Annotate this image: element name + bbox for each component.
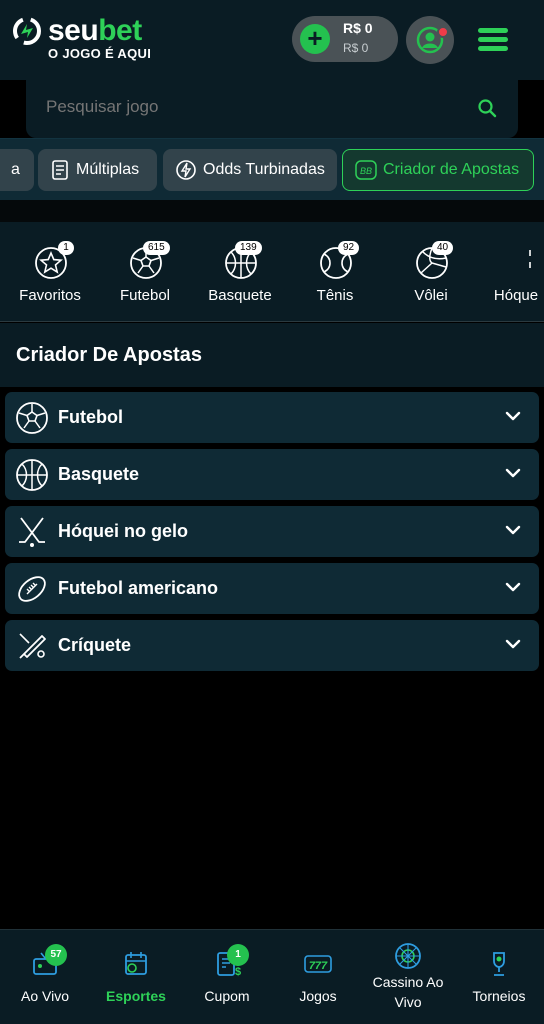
balance-pill[interactable]: + R$ 0 R$ 0: [292, 16, 398, 62]
sport-hoquei[interactable]: Hóque: [468, 222, 544, 321]
bottom-nav: 57 Ao Vivo Esportes $ 1 Cupom 777 Jogos …: [0, 929, 544, 1024]
nav-cassino-ao-vivo[interactable]: Cassino Ao Vivo: [363, 930, 453, 1024]
balance-main: R$ 0: [343, 20, 373, 36]
chip-partial[interactable]: a: [0, 149, 34, 191]
list-item-label: Basquete: [58, 464, 140, 484]
nav-label: Cupom: [204, 988, 250, 1004]
logo-tagline: O JOGO É AQUI: [48, 46, 152, 61]
deposit-plus-icon[interactable]: +: [300, 24, 330, 54]
slots-777-icon: 777: [304, 955, 332, 973]
svg-text:$: $: [235, 966, 241, 978]
section-header: Criador De Apostas: [0, 323, 544, 387]
list-item-criquete[interactable]: Críquete: [5, 620, 539, 671]
sport-label: Vôlei: [414, 287, 448, 304]
bet-builder-icon: BB: [355, 160, 377, 180]
nav-badge: 1: [227, 944, 249, 966]
sport-tenis[interactable]: 92 Tênis: [287, 222, 383, 321]
sport-count-badge: 1: [58, 241, 74, 255]
chevron-down-icon[interactable]: [505, 638, 521, 650]
chevron-down-icon[interactable]: [505, 467, 521, 479]
nav-esportes[interactable]: Esportes: [91, 930, 181, 1024]
multiples-icon: [50, 159, 70, 181]
sport-count-badge: 92: [338, 241, 360, 255]
hamburger-menu-icon[interactable]: [478, 28, 512, 56]
search-icon[interactable]: [477, 98, 497, 118]
chip-criador-de-apostas[interactable]: BB Criador de Apostas: [342, 149, 534, 191]
sport-count-badge: 615: [143, 241, 170, 255]
chevron-down-icon[interactable]: [505, 524, 521, 536]
sport-count-badge: 139: [235, 241, 262, 255]
cricket-icon: [19, 633, 46, 659]
nav-jogos[interactable]: 777 Jogos: [273, 930, 363, 1024]
list-item-label: Futebol: [58, 407, 123, 427]
chevron-down-icon[interactable]: [505, 410, 521, 422]
sport-label: Basquete: [208, 287, 272, 304]
chip-label: Criador de Apostas: [383, 161, 520, 178]
nav-torneios[interactable]: Torneios: [454, 930, 544, 1024]
sport-list: Futebol Basquete Hóquei no gelo Futebol …: [5, 392, 539, 677]
soccer-ball-icon: [16, 402, 48, 434]
basketball-icon: [16, 459, 48, 491]
chip-multiplas[interactable]: Múltiplas: [38, 149, 157, 191]
list-item-label: Críquete: [58, 635, 132, 655]
notification-dot: [437, 26, 449, 38]
sport-label: Favoritos: [19, 287, 81, 304]
list-item-label: Hóquei no gelo: [58, 521, 188, 541]
list-item-basquete[interactable]: Basquete: [5, 449, 539, 500]
chip-label: Odds Turbinadas: [203, 161, 325, 178]
sport-label: Tênis: [316, 287, 354, 304]
list-item-label: Futebol americano: [58, 578, 219, 598]
list-item-futebol-americano[interactable]: Futebol americano: [5, 563, 539, 614]
logo-seu: seu: [48, 14, 99, 47]
american-football-icon: [18, 576, 46, 602]
nav-label: Esportes: [106, 988, 166, 1004]
chevron-down-icon[interactable]: [505, 581, 521, 593]
svg-text:777: 777: [309, 960, 328, 972]
bet-type-chips: a Múltiplas Odds Turbinadas BB Criador d…: [0, 138, 544, 200]
logo-mark-icon: [13, 17, 41, 45]
chip-label: a: [11, 161, 20, 178]
nav-ao-vivo[interactable]: 57 Ao Vivo: [0, 930, 90, 1024]
nav-label: Cassino Ao Vivo: [372, 974, 444, 1010]
balance-bonus: R$ 0: [343, 41, 369, 55]
search-input[interactable]: [46, 97, 446, 117]
chip-label: Múltiplas: [76, 161, 140, 178]
svg-text:BB: BB: [360, 166, 372, 176]
nav-badge: 57: [45, 944, 67, 966]
list-item-hoquei-no-gelo[interactable]: Hóquei no gelo: [5, 506, 539, 557]
search-bar: [26, 80, 518, 138]
nav-label: Jogos: [299, 988, 337, 1004]
nav-cupom[interactable]: $ 1 Cupom: [182, 930, 272, 1024]
sports-carousel: 1 Favoritos 615 Futebol 139 Basquete 92 …: [0, 222, 544, 322]
nav-label: Ao Vivo: [21, 988, 69, 1004]
chip-odds-turbinadas[interactable]: Odds Turbinadas: [163, 149, 337, 191]
trophy-icon: [493, 952, 505, 976]
sport-futebol[interactable]: 615 Futebol: [97, 222, 193, 321]
page-title: Criador De Apostas: [16, 344, 202, 366]
sport-favoritos[interactable]: 1 Favoritos: [2, 222, 98, 321]
sport-count-badge: 40: [432, 241, 454, 255]
roulette-icon: [395, 943, 421, 969]
hockey-icon: [529, 250, 531, 268]
sport-volei[interactable]: 40 Vôlei: [383, 222, 479, 321]
sport-basquete[interactable]: 139 Basquete: [192, 222, 288, 321]
logo-wordmark: seubet: [48, 14, 142, 48]
sports-calendar-icon: [125, 952, 147, 975]
profile-button[interactable]: [406, 16, 454, 64]
seubet-logo[interactable]: seubet O JOGO É AQUI: [12, 14, 182, 66]
top-header: seubet O JOGO É AQUI + R$ 0 R$ 0: [0, 0, 544, 80]
logo-bet: bet: [98, 14, 142, 47]
divider: [0, 200, 544, 222]
list-item-futebol[interactable]: Futebol: [5, 392, 539, 443]
sport-label: Futebol: [119, 287, 171, 304]
hockey-sticks-icon: [19, 517, 45, 547]
boost-icon: [175, 159, 197, 181]
nav-label: Torneios: [472, 988, 526, 1004]
sport-label: Hóque: [493, 287, 539, 304]
